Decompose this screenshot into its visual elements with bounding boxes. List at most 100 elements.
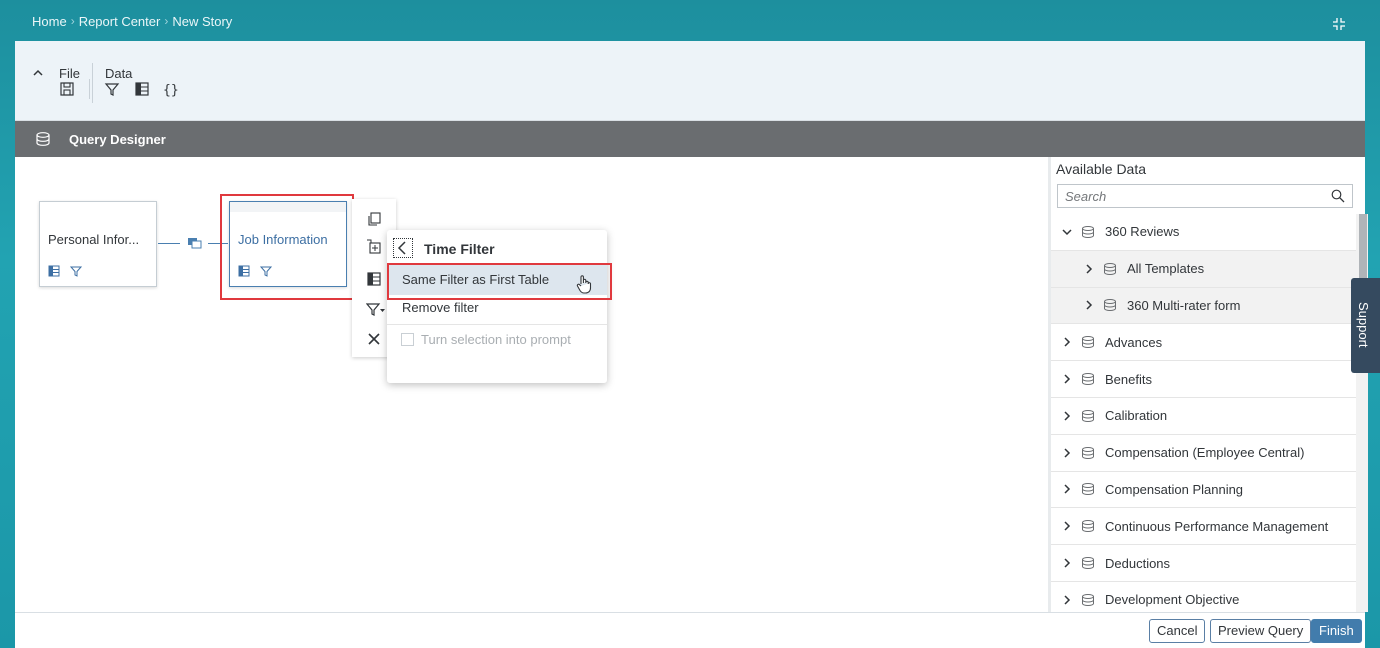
tree-item[interactable]: Benefits (1051, 361, 1356, 398)
save-icon[interactable] (59, 81, 75, 97)
filter-icon[interactable] (70, 265, 82, 277)
table-columns-icon[interactable] (134, 81, 150, 97)
tree-item[interactable]: Compensation Planning (1051, 472, 1356, 509)
tree-item[interactable]: All Templates (1051, 250, 1356, 288)
available-data-panel: Available Data Search 360 Reviews All Tem… (1048, 157, 1368, 619)
chevron-down-icon[interactable] (1061, 226, 1073, 238)
chevron-right-icon[interactable] (1083, 299, 1095, 311)
database-icon (1082, 225, 1094, 238)
table-columns-icon[interactable] (48, 265, 60, 277)
toolbar-divider (89, 79, 90, 99)
chevron-right-icon[interactable] (1061, 336, 1073, 348)
database-icon (1104, 262, 1116, 275)
finish-button[interactable]: Finish (1311, 619, 1362, 643)
tree-item-label: Development Objective (1105, 592, 1240, 608)
tree-item[interactable]: Calibration (1051, 398, 1356, 435)
database-icon (1082, 373, 1094, 386)
query-designer-bar: Query Designer (15, 121, 1365, 157)
support-label: Support (1356, 302, 1371, 348)
table-card-title: Personal Infor... (48, 232, 140, 247)
database-icon (1082, 483, 1094, 496)
database-icon (36, 132, 50, 146)
data-tree: 360 Reviews All Templates 360 Multi-rater … (1051, 214, 1356, 619)
database-icon (1082, 446, 1094, 459)
database-icon (1104, 299, 1116, 312)
tree-item-label: All Templates (1127, 261, 1205, 277)
breadcrumb-home[interactable]: Home (32, 14, 67, 29)
prompt-checkbox-row: Turn selection into prompt (401, 332, 571, 347)
table-card-title: Job Information (238, 232, 328, 247)
tree-item-label: Compensation (Employee Central) (1105, 445, 1305, 461)
popover-title: Time Filter (424, 241, 495, 257)
breadcrumb-separator: › (70, 14, 75, 28)
tree-item[interactable]: 360 Multi-rater form (1051, 287, 1356, 325)
tree-item-label: Compensation Planning (1105, 481, 1244, 497)
cancel-button[interactable]: Cancel (1149, 619, 1206, 643)
tree-item-label: Benefits (1105, 371, 1152, 387)
tree-item-label: Calibration (1105, 408, 1168, 424)
database-icon (1082, 336, 1094, 349)
close-icon[interactable] (366, 331, 382, 347)
popover-header: Time Filter (387, 230, 607, 264)
prompt-checkbox[interactable] (401, 333, 414, 346)
query-canvas[interactable]: Personal Infor... Job Information Time F… (15, 157, 1048, 612)
chevron-right-icon[interactable] (1061, 373, 1073, 385)
card-header-strip (230, 202, 346, 212)
support-tab[interactable]: Support (1351, 278, 1380, 373)
popover-divider (387, 324, 607, 325)
chevron-right-icon[interactable] (1083, 263, 1095, 275)
table-columns-icon[interactable] (366, 271, 382, 287)
tree-item-label: Continuous Performance Management (1105, 518, 1329, 534)
hand-cursor-icon (576, 275, 592, 294)
scrollbar-thumb[interactable] (1359, 214, 1367, 284)
filter-icon[interactable] (260, 265, 272, 277)
preview-query-button[interactable]: Preview Query (1210, 619, 1312, 643)
search-input[interactable]: Search (1057, 184, 1353, 208)
filter-icon[interactable] (104, 81, 120, 97)
chevron-right-icon[interactable] (1061, 557, 1073, 569)
svg-text:{}: {} (163, 83, 178, 97)
table-card-job-information[interactable]: Job Information (229, 201, 347, 287)
database-icon (1082, 593, 1094, 606)
duplicate-icon[interactable] (366, 211, 382, 227)
chevron-right-icon[interactable] (1061, 594, 1073, 606)
database-icon (1082, 557, 1094, 570)
breadcrumb-separator: › (164, 14, 169, 28)
back-button[interactable] (393, 238, 413, 258)
database-icon (1082, 520, 1094, 533)
time-filter-popover: Time Filter Same Filter as First Table R… (387, 230, 607, 383)
tree-item[interactable]: Advances (1051, 324, 1356, 362)
tree-item[interactable]: Compensation (Employee Central) (1051, 435, 1356, 472)
footer-bar: Cancel Preview Query Finish (15, 612, 1365, 648)
chevron-up-icon[interactable] (31, 66, 45, 80)
search-icon[interactable] (1331, 189, 1345, 203)
tree-item-label: 360 Reviews (1105, 224, 1180, 240)
query-designer-title: Query Designer (69, 131, 166, 147)
scrollbar[interactable] (1356, 214, 1368, 612)
tree-item-label: Deductions (1105, 555, 1171, 571)
chevron-right-icon[interactable] (1061, 520, 1073, 532)
story-frame: File Data {} Query Designer Personal Inf… (15, 41, 1368, 648)
exit-fullscreen-icon[interactable] (1331, 16, 1347, 32)
tree-item-label: 360 Multi-rater form (1127, 297, 1241, 313)
breadcrumb-report-center[interactable]: Report Center (79, 14, 161, 29)
join-line (158, 243, 180, 244)
tree-item[interactable]: Deductions (1051, 545, 1356, 582)
filter-dropdown-icon[interactable] (366, 301, 386, 317)
table-card-personal-information[interactable]: Personal Infor... (39, 201, 157, 287)
chevron-left-icon (397, 241, 406, 255)
curly-braces-icon[interactable]: {} (162, 81, 178, 97)
add-table-icon[interactable] (366, 239, 382, 255)
chevron-right-icon[interactable] (1061, 447, 1073, 459)
shell-header: Home › Report Center › New Story (0, 0, 1380, 41)
prompt-checkbox-label: Turn selection into prompt (421, 332, 571, 347)
join-icon[interactable] (187, 236, 203, 250)
tree-item[interactable]: Continuous Performance Management (1051, 508, 1356, 546)
chevron-right-icon[interactable] (1061, 483, 1073, 495)
chevron-right-icon[interactable] (1061, 410, 1073, 422)
breadcrumb: Home › Report Center › New Story (32, 14, 232, 29)
table-columns-icon[interactable] (238, 265, 250, 277)
tree-item[interactable]: 360 Reviews (1051, 214, 1356, 251)
toolbar: File Data {} (15, 41, 1365, 121)
tree-item-label: Advances (1105, 334, 1163, 350)
